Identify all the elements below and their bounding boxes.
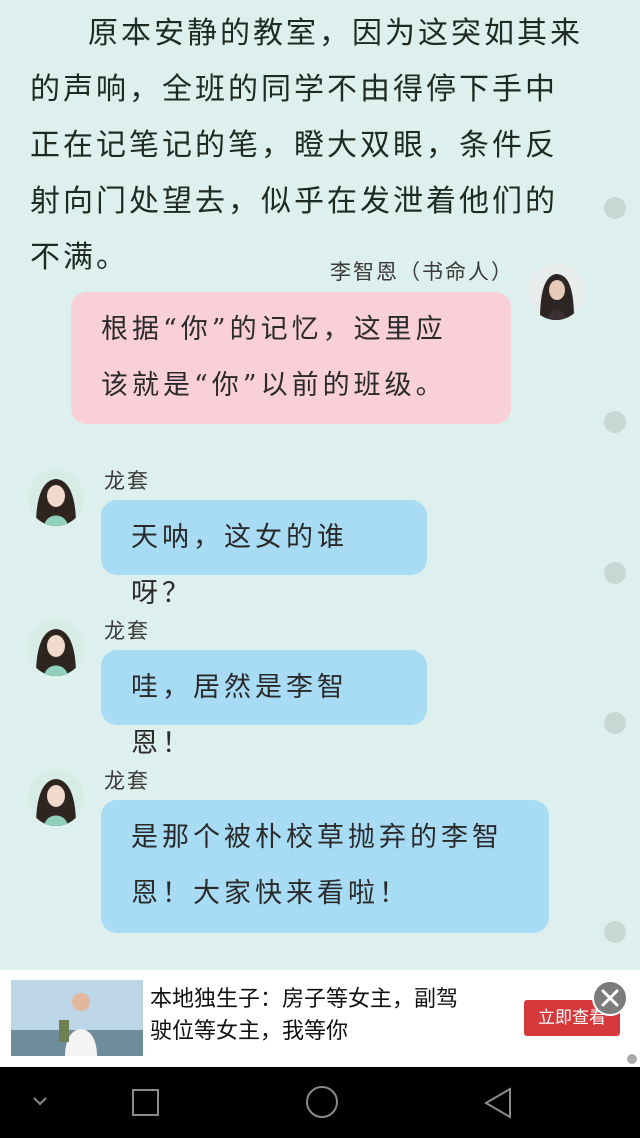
message-bubble: 哇，居然是李智恩！ — [101, 650, 427, 759]
ad-line: 驶位等女主，我等你 — [150, 1019, 349, 1044]
message-bubble: 天呐，这女的谁呀？ — [101, 500, 427, 609]
ad-line: 本地独生子：房子等女主，副驾 — [150, 987, 459, 1012]
speaker-name: 龙套 — [104, 769, 150, 793]
comment-dot[interactable] — [604, 712, 626, 734]
message-line: 哇，居然是李智恩！ — [131, 672, 348, 759]
chevron-down-icon[interactable] — [0, 1067, 80, 1138]
avatar[interactable] — [28, 470, 84, 526]
message-bubble: 根据“你”的记忆，这里应 该就是“你”以前的班级。 — [71, 292, 511, 424]
comment-dot[interactable] — [604, 562, 626, 584]
ad-info-icon[interactable] — [627, 1054, 637, 1064]
message-line: 该就是“你”以前的班级。 — [101, 370, 447, 401]
message-bubble: 是那个被朴校草抛弃的李智 恩！大家快来看啦！ — [101, 800, 549, 933]
speaker-name: 李智恩（书命人） — [330, 260, 514, 284]
ad-headline[interactable]: 本地独生子：房子等女主，副驾 驶位等女主，我等你 — [150, 984, 500, 1048]
navigation-bar — [0, 1067, 640, 1138]
narration-text: 原本安静的教室，因为这突如其来的声响，全班的同学不由得停下手中正在记笔记的笔，瞪… — [30, 16, 583, 275]
home-icon[interactable] — [282, 1067, 362, 1138]
comment-dot[interactable] — [604, 197, 626, 219]
message-line: 天呐，这女的谁呀？ — [131, 522, 348, 609]
close-icon[interactable] — [592, 980, 628, 1016]
avatar[interactable] — [528, 264, 584, 320]
recent-apps-icon[interactable] — [106, 1067, 186, 1138]
avatar[interactable] — [28, 620, 84, 676]
speaker-name: 龙套 — [104, 469, 150, 493]
message-line: 是那个被朴校草抛弃的李智 — [131, 822, 503, 853]
ad-image[interactable] — [11, 980, 143, 1056]
comment-dot[interactable] — [604, 921, 626, 943]
message-line: 根据“你”的记忆，这里应 — [101, 314, 447, 345]
message-line: 恩！大家快来看啦！ — [131, 878, 410, 909]
back-icon[interactable] — [458, 1067, 538, 1138]
comment-dot[interactable] — [604, 411, 626, 433]
avatar[interactable] — [28, 770, 84, 826]
speaker-name: 龙套 — [104, 619, 150, 643]
